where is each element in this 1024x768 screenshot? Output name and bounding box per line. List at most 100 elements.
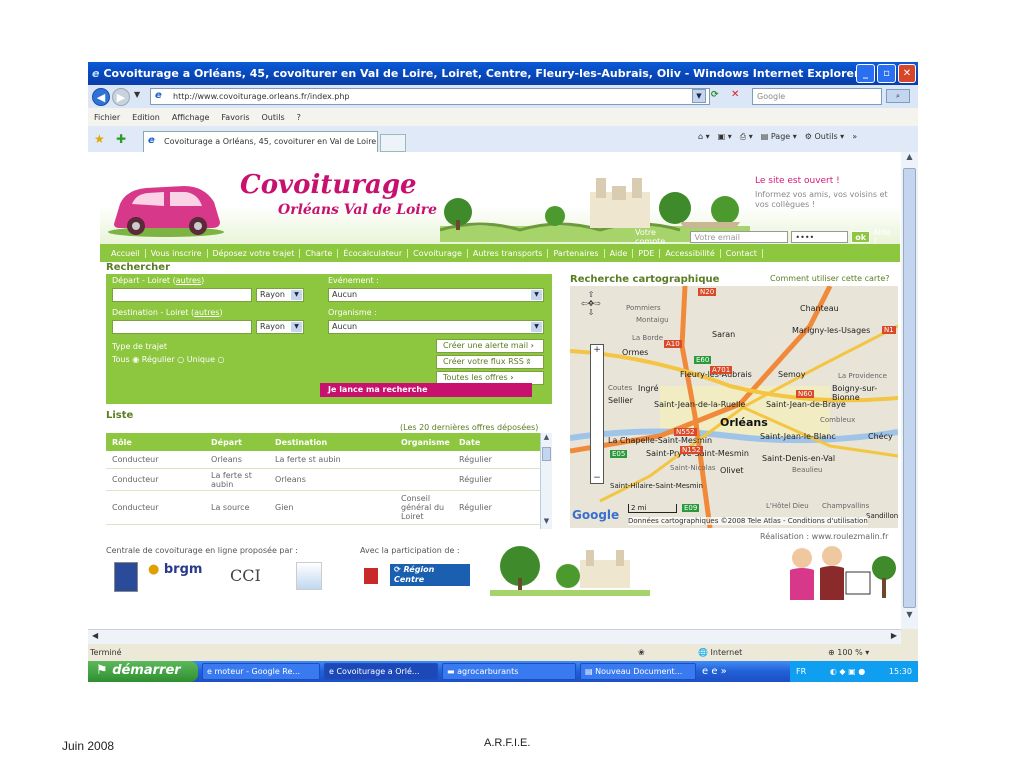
map-help-link[interactable]: Comment utiliser cette carte? (770, 274, 890, 283)
realisation-credit[interactable]: Réalisation : www.roulezmalin.fr (760, 532, 888, 541)
radio-extra[interactable]: ○ (218, 355, 225, 364)
pan-up-icon[interactable]: ⇧ (572, 290, 610, 299)
search-go-icon[interactable]: ⌕ (886, 89, 910, 103)
zoom-level[interactable]: ⊕ 100 % ▾ (828, 648, 869, 657)
forward-icon[interactable]: ▶ (112, 88, 130, 106)
table-row[interactable]: Conducteur La ferte st aubin Orleans Réguli… (106, 469, 552, 491)
history-dropdown-icon[interactable]: ▼ (134, 90, 140, 99)
language-indicator[interactable]: FR (796, 667, 806, 676)
nav-accessibilite[interactable]: Accessibilité (660, 248, 721, 258)
partner-logo[interactable] (364, 568, 378, 584)
page-horizontal-scrollbar[interactable]: ◀ ▶ (88, 629, 901, 644)
depart-autres-link[interactable]: autres (176, 276, 201, 285)
nav-pde[interactable]: PDE (633, 248, 661, 258)
tray-icons[interactable]: ◐ ◆ ▣ ● (830, 667, 865, 676)
scroll-down-icon[interactable]: ▼ (541, 517, 552, 529)
back-icon[interactable]: ◀ (92, 88, 110, 106)
nav-contact[interactable]: Contact (721, 248, 763, 258)
maximize-button[interactable]: ▫ (877, 64, 896, 83)
nav-accueil[interactable]: Accueil (106, 248, 146, 258)
taskbar-item-agrocarburants[interactable]: ▬ agrocarburants (442, 663, 576, 680)
scroll-left-icon[interactable]: ◀ (92, 631, 98, 640)
nav-aide[interactable]: Aide (605, 248, 634, 258)
feeds-icon[interactable]: ▣ ▾ (718, 132, 732, 142)
close-button[interactable]: ✕ (898, 64, 916, 83)
clock[interactable]: 15:30 (889, 667, 912, 676)
menu-affichage[interactable]: Affichage (172, 113, 210, 122)
submit-search-button[interactable]: Je lance ma recherche (320, 383, 532, 397)
page-menu[interactable]: ▤ Page ▾ (761, 132, 797, 142)
depart-rayon-select[interactable]: Rayon ▼ (256, 288, 304, 302)
nav-partenaires[interactable]: Partenaires (548, 248, 605, 258)
refresh-icon[interactable]: ⟳ (711, 90, 719, 100)
scroll-thumb[interactable] (903, 168, 916, 608)
search-input[interactable]: Google (752, 88, 882, 105)
password-field[interactable]: •••• (791, 231, 849, 243)
pan-down-icon[interactable]: ⇩ (572, 308, 610, 317)
map-pan-controls[interactable]: ⇧ ⇦✥⇨ ⇩ (572, 290, 610, 317)
destination-input[interactable] (112, 320, 252, 334)
scroll-up-icon[interactable]: ▲ (541, 433, 552, 445)
table-row[interactable]: Conducteur La source Gien Conseil général d… (106, 491, 552, 525)
nav-ecocalculateur[interactable]: Écocalculateur (338, 248, 409, 258)
depart-input[interactable] (112, 288, 252, 302)
scroll-down-icon[interactable]: ▼ (901, 610, 918, 624)
print-icon[interactable]: ⎙ ▾ (740, 132, 753, 142)
zoom-slider[interactable]: + − (590, 344, 604, 484)
menu-help[interactable]: ? (297, 113, 301, 122)
scroll-up-icon[interactable]: ▲ (901, 152, 918, 166)
radio-regulier[interactable]: ◉ (132, 355, 139, 364)
quicklaunch-icons[interactable]: e e » (702, 666, 727, 677)
rss-button[interactable]: Créer votre flux RSS ʬ (436, 355, 544, 369)
address-bar[interactable]: e http://www.covoiturage.orleans.fr/inde… (150, 88, 710, 105)
destination-autres-link[interactable]: autres (194, 308, 219, 317)
table-row[interactable]: Conducteur Orleans La ferte st aubin Réguli… (106, 451, 552, 469)
scroll-thumb[interactable] (542, 447, 551, 461)
cci-logo[interactable]: CCI (230, 566, 261, 585)
pan-left-right-icon[interactable]: ⇦✥⇨ (572, 299, 610, 308)
minimize-button[interactable]: _ (856, 64, 875, 83)
address-dropdown-icon[interactable]: ▼ (692, 89, 706, 103)
menu-outils[interactable]: Outils (262, 113, 285, 122)
zoom-in-icon[interactable]: + (591, 345, 603, 355)
browser-tab[interactable]: e Covoiturage a Orléans, 45, covoiturer … (143, 131, 378, 152)
map-town: La Borde (632, 334, 664, 342)
google-map[interactable]: ⇧ ⇦✥⇨ ⇩ + − Pommiers Chanteau Montaigu S… (570, 286, 898, 528)
add-favorite-icon[interactable]: ✚ (116, 132, 126, 146)
region-centre-logo[interactable]: ⟳ Région Centre (390, 564, 470, 586)
organisme-select[interactable]: Aucun ▼ (328, 320, 544, 334)
scroll-right-icon[interactable]: ▶ (891, 631, 897, 640)
favorites-star-icon[interactable]: ★ (94, 132, 105, 146)
site-logo[interactable]: Covoiturage (240, 170, 417, 200)
start-button[interactable]: ⚑ démarrer (88, 661, 198, 682)
home-icon[interactable]: ⌂ ▾ (698, 132, 710, 142)
taskbar-item-covoiturage[interactable]: e Covoiturage a Orlé... (324, 663, 438, 680)
radio-unique[interactable]: ○ (177, 355, 184, 364)
destination-rayon-select[interactable]: Rayon ▼ (256, 320, 304, 334)
create-alert-button[interactable]: Créer une alerte mail › (436, 339, 544, 353)
chevron-more-icon[interactable]: » (852, 132, 857, 142)
taskbar-item-nouveau-document[interactable]: ▤ Nouveau Document... (580, 663, 696, 680)
evenement-select[interactable]: Aucun ▼ (328, 288, 544, 302)
zoom-out-icon[interactable]: − (591, 473, 603, 483)
nav-autres-transports[interactable]: Autres transports (468, 248, 549, 258)
menu-fichier[interactable]: Fichier (94, 113, 120, 122)
loiret-logo[interactable] (296, 562, 322, 590)
taskbar-item-google[interactable]: e moteur - Google Re... (202, 663, 320, 680)
menu-favoris[interactable]: Favoris (221, 113, 249, 122)
nav-inscrire[interactable]: Vous inscrire (146, 248, 208, 258)
nav-deposer-trajet[interactable]: Déposez votre trajet (208, 248, 301, 258)
login-ok-button[interactable]: ok (851, 231, 871, 243)
nav-charte[interactable]: Charte (300, 248, 339, 258)
tools-menu[interactable]: ⚙ Outils ▾ (805, 132, 844, 142)
email-field[interactable]: Votre email (690, 231, 789, 243)
new-tab-button[interactable] (380, 134, 406, 152)
orleans-logo[interactable] (114, 562, 138, 592)
brgm-logo[interactable]: ● brgm (148, 562, 202, 577)
page-vertical-scrollbar[interactable]: ▲ ▼ (901, 152, 918, 629)
table-scrollbar[interactable]: ▲ ▼ (540, 433, 552, 529)
menu-edition[interactable]: Edition (132, 113, 160, 122)
nav-covoiturage[interactable]: Covoiturage (408, 248, 468, 258)
stop-icon[interactable]: ✕ (731, 89, 739, 100)
region-centre-icon: ⟳ (394, 565, 401, 574)
